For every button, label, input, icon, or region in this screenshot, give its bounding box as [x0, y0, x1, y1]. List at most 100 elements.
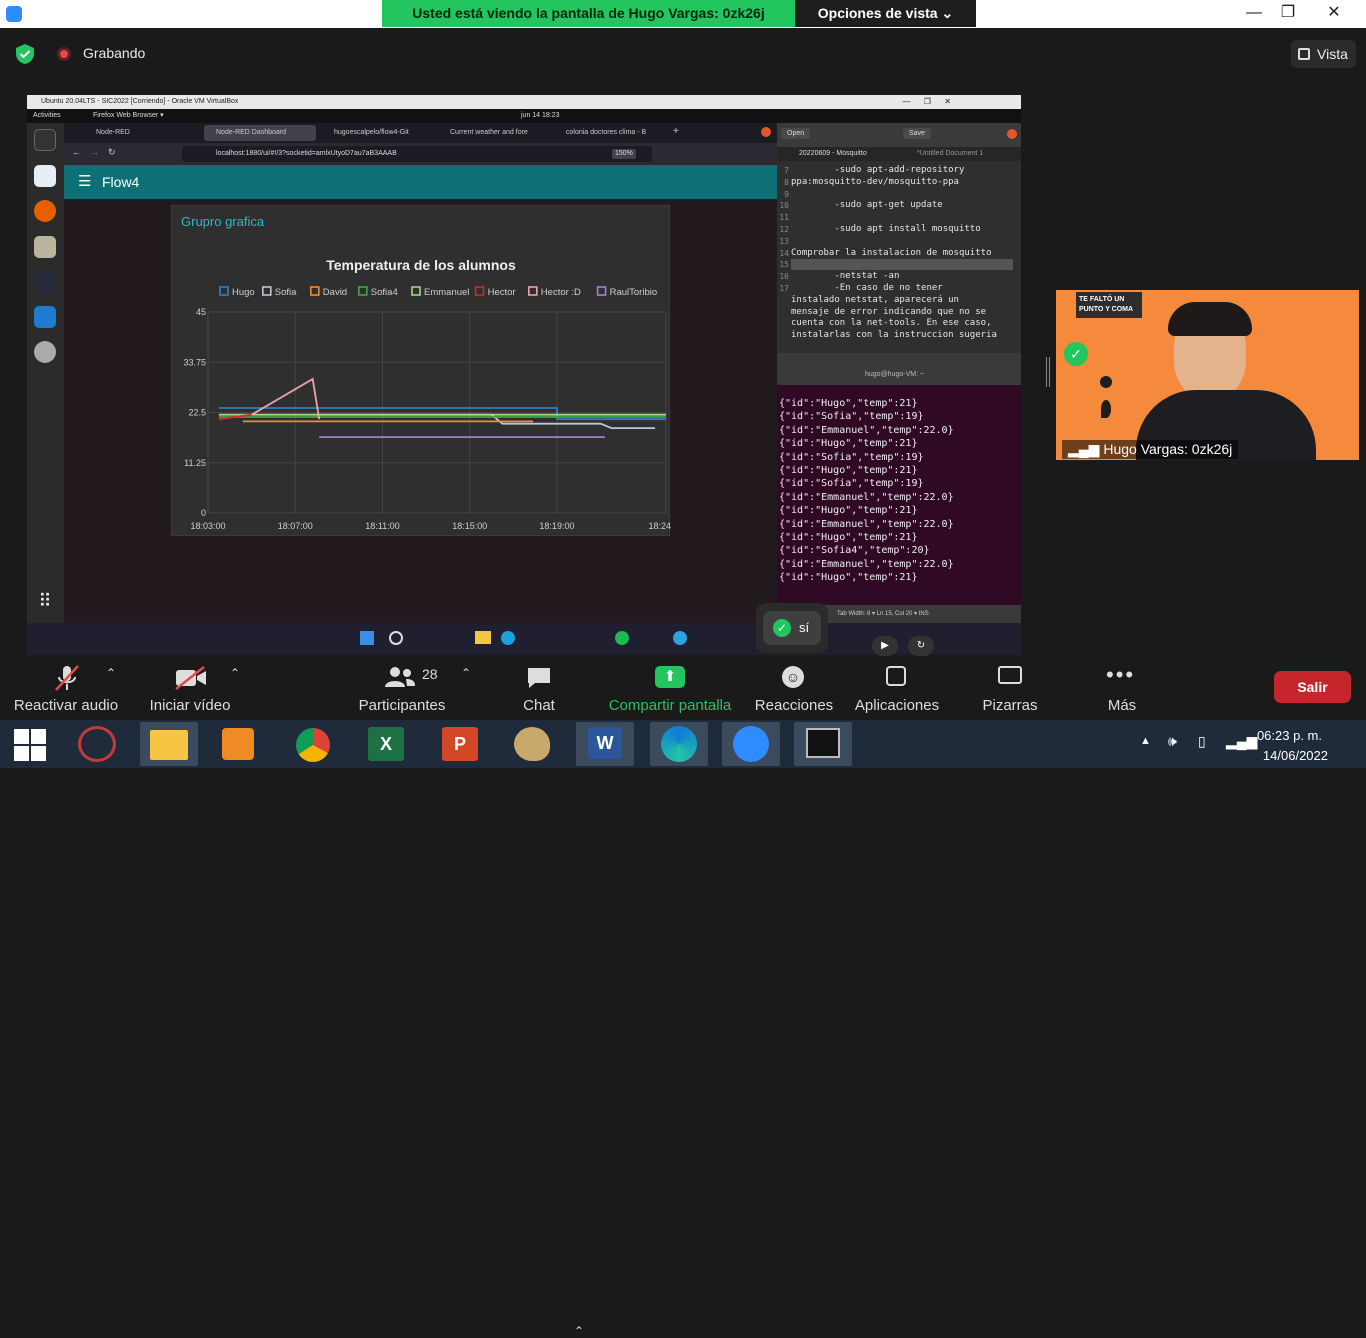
gnome-clock[interactable]: jun 14 18:23	[521, 109, 560, 123]
volume-icon[interactable]: 🕪	[1168, 733, 1177, 750]
windows-start-icon[interactable]	[14, 729, 46, 761]
url-bar[interactable]: localhost:1880/ui/#!/3?socketid=amlxUtyo…	[182, 146, 652, 162]
hamburger-menu-icon[interactable]: ☰	[78, 174, 91, 189]
check-icon: ✓	[773, 619, 791, 637]
play-icon[interactable]: ▶	[872, 636, 898, 656]
reaction-chip[interactable]: ✓ sí	[763, 611, 821, 645]
participants-button[interactable]: 28 Participantes	[350, 658, 454, 720]
leave-button[interactable]: Salir	[1274, 671, 1351, 703]
file-explorer-task[interactable]	[140, 722, 198, 766]
legend-label-2: David	[323, 287, 347, 298]
cmd-task[interactable]	[794, 722, 852, 766]
start-icon[interactable]	[360, 631, 374, 645]
tab-clima[interactable]: colonia doctores clima - B	[554, 125, 666, 141]
apps-label: Aplicaciones	[854, 697, 940, 714]
tray-chevron-icon[interactable]: ▲	[1140, 735, 1151, 747]
excel-icon[interactable]: X	[368, 727, 404, 761]
editor-tab-mosquitto[interactable]: 20220609 - Mosquitto	[799, 150, 867, 157]
chat-button[interactable]: Chat	[508, 658, 570, 720]
browser-menu[interactable]: Firefox Web Browser ▾	[93, 109, 164, 123]
start-video-button[interactable]: ⌃ Iniciar vídeo	[140, 658, 241, 720]
snipping-tool-icon[interactable]	[78, 726, 116, 762]
unmute-button[interactable]: ⌃ Reactivar audio	[8, 658, 124, 720]
editor-text[interactable]: -sudo apt-add-repository ppa:mosquitto-d…	[791, 165, 1019, 342]
telegram-icon[interactable]	[673, 631, 687, 645]
legend-swatch-7	[596, 286, 607, 296]
audio-options-chevron-icon[interactable]: ⌃	[106, 666, 116, 680]
terminal-output[interactable]: {"id":"Hugo","temp":21} {"id":"Sofia","t…	[779, 397, 954, 585]
activities-button[interactable]: Activities	[33, 109, 61, 123]
text-editor-dock-icon[interactable]	[34, 165, 56, 187]
search-icon[interactable]	[389, 631, 403, 645]
forward-icon[interactable]: →	[90, 147, 99, 157]
battery-icon[interactable]: ▯	[1198, 733, 1206, 750]
dashboard-header: ☰ Flow4	[64, 165, 777, 199]
network-icon[interactable]: ▂▄▆	[1226, 733, 1257, 750]
reload-icon[interactable]: ↻	[108, 147, 116, 158]
settings-dock-icon[interactable]	[34, 341, 56, 363]
editor-close-icon[interactable]	[1007, 129, 1017, 139]
shield-icon[interactable]	[14, 43, 36, 65]
vscode-dock-icon[interactable]	[34, 306, 56, 328]
mic-muted-icon	[55, 665, 79, 691]
powerpoint-icon[interactable]: P	[442, 727, 478, 761]
reaction-label: sí	[799, 620, 810, 635]
chrome-icon[interactable]	[296, 728, 330, 762]
tab-dashboard[interactable]: Node-RED Dashboard	[204, 125, 316, 141]
taskbar-date[interactable]: 14/06/2022	[1263, 748, 1328, 763]
camera-off-icon	[175, 666, 206, 690]
save-button[interactable]: Save	[903, 128, 931, 139]
participants-chevron-icon[interactable]: ⌃	[461, 666, 471, 680]
group-title: Grupro grafica	[181, 214, 265, 229]
close-icon[interactable]: ✕	[1314, 2, 1354, 24]
whiteboards-label: Pizarras	[982, 697, 1038, 714]
maximize-icon[interactable]: ❐	[1268, 2, 1308, 24]
more-button[interactable]: ••• Más	[1092, 658, 1152, 720]
view-button[interactable]: Vista	[1291, 40, 1356, 68]
reactions-button[interactable]: ☺ Reacciones	[748, 658, 840, 720]
vm-window-controls[interactable]: — ❐ ✕	[902, 97, 951, 106]
spotify-icon[interactable]	[615, 631, 629, 645]
share-banner: Usted está viendo la pantalla de Hugo Va…	[382, 0, 795, 27]
zoom-task[interactable]	[722, 722, 780, 766]
x-tick-label-2: 18:11:00	[365, 521, 399, 531]
refresh-icon[interactable]: ↻	[908, 636, 934, 656]
participant-name: ▂▄▆ Hugo Vargas: 0zk26j	[1062, 440, 1239, 459]
share-screen-label: Compartir pantalla	[608, 697, 732, 714]
edge-task[interactable]	[650, 722, 708, 766]
back-icon[interactable]: ←	[72, 147, 81, 157]
close-window-icon[interactable]	[761, 127, 771, 137]
participant-video[interactable]: TE FALTÓ UN PUNTO Y COMA ✓ ▂▄▆ Hugo Varg…	[1056, 290, 1359, 460]
apps-icon	[886, 666, 906, 686]
legend-swatch-2	[310, 286, 320, 296]
tab-node-red[interactable]: Node-RED	[84, 125, 196, 141]
terminal-dock-icon[interactable]	[34, 129, 56, 151]
new-tab-icon[interactable]: +	[673, 126, 679, 137]
apps-grid-icon[interactable]: ⠿	[34, 591, 56, 613]
view-options-button[interactable]: Opciones de vista ⌄	[795, 0, 976, 27]
splitter-handle[interactable]	[1046, 357, 1050, 387]
participants-label: Participantes	[358, 697, 446, 714]
share-arrow-icon: ⬆	[655, 666, 685, 688]
files-dock-icon[interactable]	[34, 236, 56, 258]
apps-button[interactable]: Aplicaciones	[850, 658, 944, 720]
share-screen-button[interactable]: ⬆ Compartir pantalla	[600, 658, 740, 720]
editor-tab-untitled[interactable]: *Untitled Document 1	[917, 150, 983, 157]
media-player-icon[interactable]	[222, 728, 254, 760]
tab-weather[interactable]: Current weather and fore	[438, 125, 550, 141]
chat-chevron-icon[interactable]: ⌃	[574, 1324, 584, 1338]
open-button[interactable]: Open	[781, 128, 811, 139]
zoom-level[interactable]: 150%	[612, 149, 636, 159]
word-task[interactable]: W	[576, 722, 634, 766]
legend-swatch-0	[219, 286, 229, 296]
video-options-chevron-icon[interactable]: ⌃	[230, 666, 240, 680]
whiteboards-button[interactable]: Pizarras	[972, 658, 1048, 720]
x-tick-label-5: 18:24:00	[648, 521, 671, 531]
tab-github[interactable]: hugoescalpelo/flow4-Git	[322, 125, 434, 141]
paint-icon[interactable]	[514, 727, 550, 761]
firefox-dock-icon[interactable]	[34, 200, 56, 222]
edge-icon[interactable]	[501, 631, 515, 645]
github-dock-icon[interactable]	[34, 271, 56, 293]
folder-icon[interactable]	[475, 631, 491, 644]
taskbar-time[interactable]: 06:23 p. m.	[1257, 728, 1322, 743]
